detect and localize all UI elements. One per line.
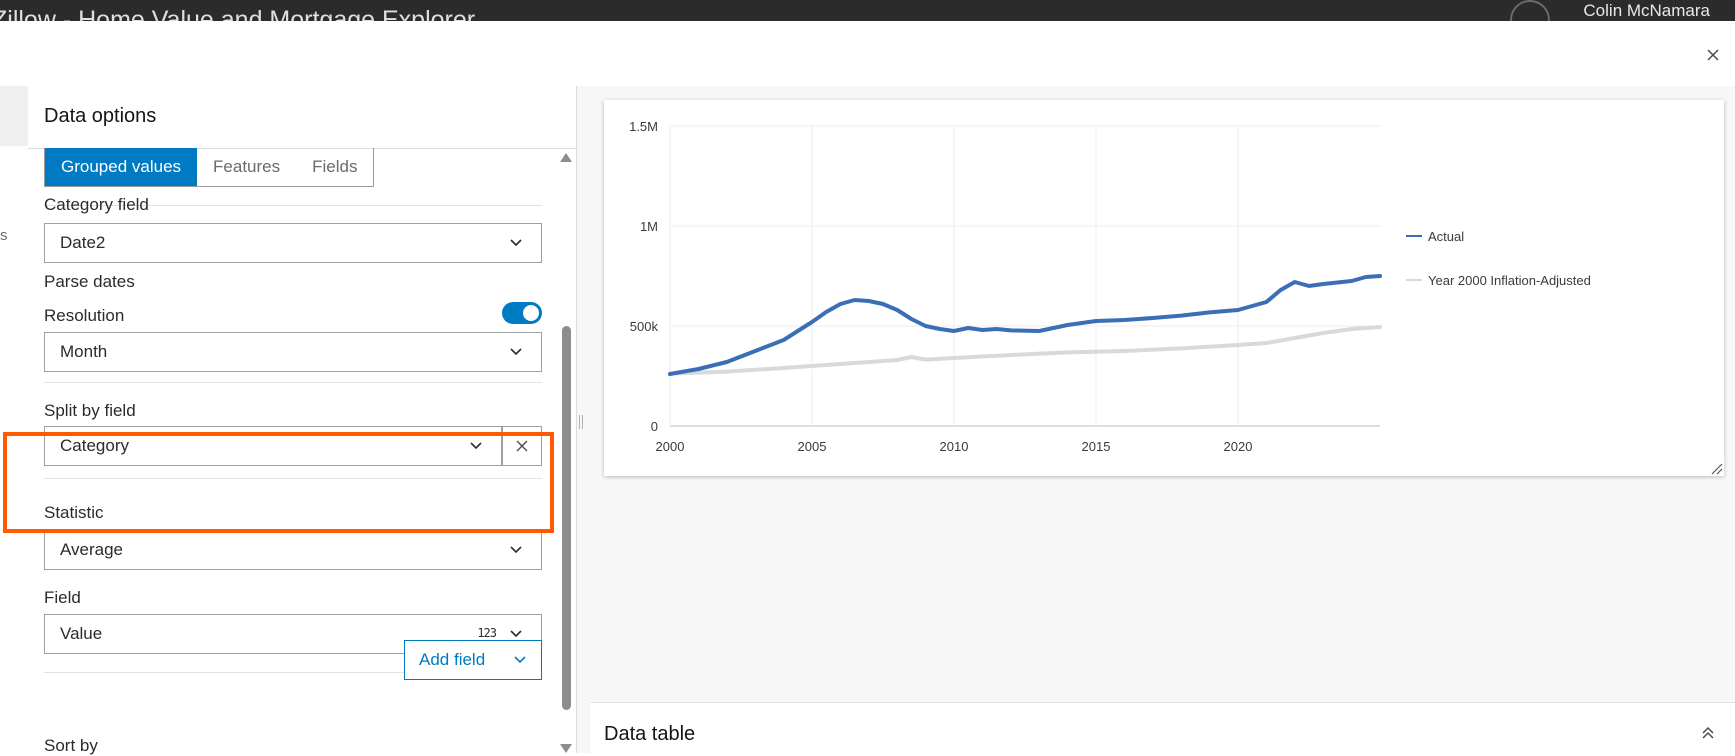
app-titlebar: Zillow - Home Value and Mortgage Explore… bbox=[0, 0, 1735, 21]
left-nav-partial-label: s bbox=[0, 227, 8, 244]
x-tick-label: 2020 bbox=[1224, 439, 1253, 454]
number-type-icon: 123 bbox=[477, 626, 497, 640]
series-line-actual bbox=[668, 274, 1382, 376]
chevron-down-icon bbox=[510, 239, 522, 247]
chevron-down-icon bbox=[510, 348, 522, 356]
x-tick-label: 2000 bbox=[656, 439, 685, 454]
resolution-value: Month bbox=[60, 342, 108, 361]
parse-dates-label: Parse dates bbox=[44, 272, 135, 291]
data-source-tabs: Grouped values Features Fields bbox=[44, 148, 375, 187]
chevron-down-icon bbox=[510, 546, 522, 554]
chevron-down-icon bbox=[510, 630, 522, 638]
close-icon[interactable] bbox=[1703, 45, 1723, 65]
x-tick-label: 2015 bbox=[1082, 439, 1111, 454]
expand-up-icon[interactable] bbox=[1701, 725, 1715, 741]
split-by-field-label: Split by field bbox=[44, 401, 136, 420]
toggle-knob bbox=[523, 305, 539, 321]
y-tick-label: 0 bbox=[651, 419, 658, 434]
legend-label: Actual bbox=[1428, 229, 1464, 244]
data-table-title: Data table bbox=[604, 723, 696, 745]
legend-label: Year 2000 Inflation-Adjusted bbox=[1428, 273, 1591, 288]
left-nav-selected-item[interactable] bbox=[0, 86, 28, 146]
category-field-select[interactable]: Date2 bbox=[44, 223, 542, 263]
statistic-value: Average bbox=[60, 540, 124, 559]
user-name[interactable]: Colin McNamara bbox=[1583, 1, 1710, 21]
sort-by-label: Sort by bbox=[44, 736, 98, 755]
resolution-label: Resolution bbox=[44, 306, 125, 325]
x-tick-label: 2010 bbox=[940, 439, 969, 454]
field-label: Field bbox=[44, 588, 81, 607]
series-line-inflation-adjusted bbox=[668, 325, 1382, 376]
y-tick-label: 1M bbox=[640, 219, 658, 234]
tab-fields[interactable]: Fields bbox=[296, 148, 373, 186]
resize-handle-icon[interactable] bbox=[579, 415, 583, 429]
y-tick-label: 1.5M bbox=[629, 119, 658, 134]
avatar[interactable] bbox=[1510, 0, 1550, 21]
modal-header bbox=[0, 21, 1735, 87]
parse-dates-toggle[interactable] bbox=[502, 302, 542, 324]
scroll-down-arrow-icon[interactable] bbox=[560, 744, 572, 753]
tab-grouped-values[interactable]: Grouped values bbox=[45, 148, 198, 186]
category-field-value: Date2 bbox=[60, 233, 106, 252]
add-field-button[interactable]: Add field bbox=[404, 640, 542, 680]
add-field-label: Add field bbox=[419, 650, 486, 669]
chevron-down-icon bbox=[514, 656, 526, 664]
category-field-label: Category field bbox=[44, 195, 149, 214]
resize-corner-icon[interactable] bbox=[1711, 463, 1723, 475]
left-nav-strip: s bbox=[0, 86, 29, 753]
tab-features[interactable]: Features bbox=[197, 148, 296, 186]
scroll-up-arrow-icon[interactable] bbox=[560, 153, 572, 162]
x-tick-label: 2005 bbox=[798, 439, 827, 454]
field-value: Value bbox=[60, 624, 103, 643]
panel-title: Data options bbox=[44, 105, 157, 127]
section-divider bbox=[44, 382, 542, 383]
y-tick-label: 500k bbox=[630, 319, 659, 334]
line-chart: 0 500k 1M 1.5M 2000 2005 2010 2015 2020 Actual Ye… bbox=[629, 119, 1723, 475]
scrollbar-thumb[interactable] bbox=[562, 326, 571, 710]
split-by-field-highlight bbox=[3, 432, 554, 533]
chart-card: 0 500k 1M 1.5M 2000 2005 2010 2015 2020 Actual Ye… bbox=[604, 100, 1724, 476]
data-table-panel: Data table bbox=[590, 702, 1735, 754]
resolution-select[interactable]: Month bbox=[44, 332, 542, 372]
statistic-select[interactable]: Average bbox=[44, 530, 542, 570]
app-title: Zillow - Home Value and Mortgage Explore… bbox=[0, 6, 476, 21]
